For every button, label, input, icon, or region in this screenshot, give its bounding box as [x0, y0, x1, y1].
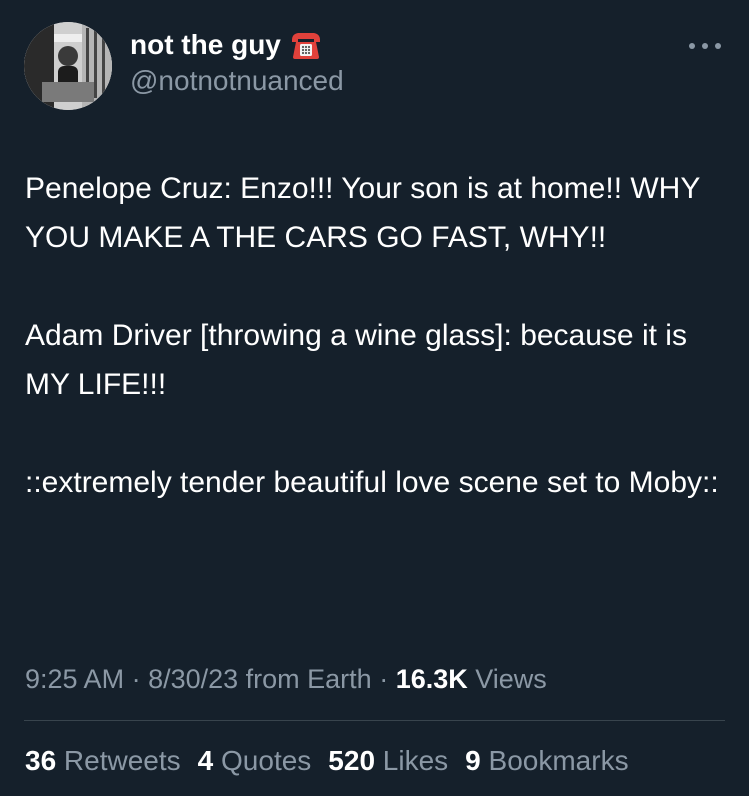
tweet-paragraph: Adam Driver [throwing a wine glass]: bec…: [25, 319, 687, 401]
meta-separator: ·: [124, 664, 149, 694]
meta-separator: ·: [371, 664, 396, 694]
tweet-date[interactable]: 8/30/23: [148, 664, 238, 694]
retweets-count: 36: [25, 745, 57, 776]
quotes-label: Quotes: [213, 745, 312, 776]
tweet-time[interactable]: 9:25 AM: [25, 664, 124, 694]
views-count: 16.3K: [395, 664, 468, 694]
bookmarks-count: 9: [465, 745, 481, 776]
tweet-text: Penelope Cruz: Enzo!!! Your son is at ho…: [25, 164, 729, 507]
author-block: not the guy @notnotnuanced: [130, 28, 344, 98]
display-name[interactable]: not the guy: [130, 28, 344, 62]
quotes-count: 4: [197, 745, 214, 776]
handle[interactable]: @notnotnuanced: [130, 64, 344, 98]
divider: [24, 720, 725, 721]
tweet: not the guy @notnotnuanced Penelope Cruz…: [0, 0, 749, 796]
likes-stat[interactable]: 520 Likes: [328, 744, 448, 778]
tweet-source: from Earth: [238, 664, 372, 694]
tweet-meta: 9:25 AM · 8/30/23 from Earth · 16.3K Vie…: [25, 662, 547, 696]
likes-count: 520: [328, 745, 376, 776]
bookmarks-stat[interactable]: 9 Bookmarks: [465, 744, 628, 778]
telephone-icon: [289, 30, 323, 60]
likes-label: Likes: [375, 745, 449, 776]
avatar[interactable]: [24, 22, 112, 110]
display-name-text: not the guy: [130, 29, 281, 60]
bookmarks-label: Bookmarks: [480, 745, 629, 776]
more-options-icon[interactable]: [689, 36, 721, 56]
retweets-label: Retweets: [56, 745, 181, 776]
views-label: Views: [467, 664, 547, 694]
tweet-stats: 36 Retweets 4 Quotes 520 Likes 9 Bookmar…: [25, 744, 646, 778]
tweet-paragraph: ::extremely tender beautiful love scene …: [25, 466, 719, 499]
avatar-image: [24, 22, 112, 110]
tweet-paragraph: Penelope Cruz: Enzo!!! Your son is at ho…: [25, 172, 700, 254]
retweets-stat[interactable]: 36 Retweets: [25, 744, 181, 778]
quotes-stat[interactable]: 4 Quotes: [198, 744, 312, 778]
